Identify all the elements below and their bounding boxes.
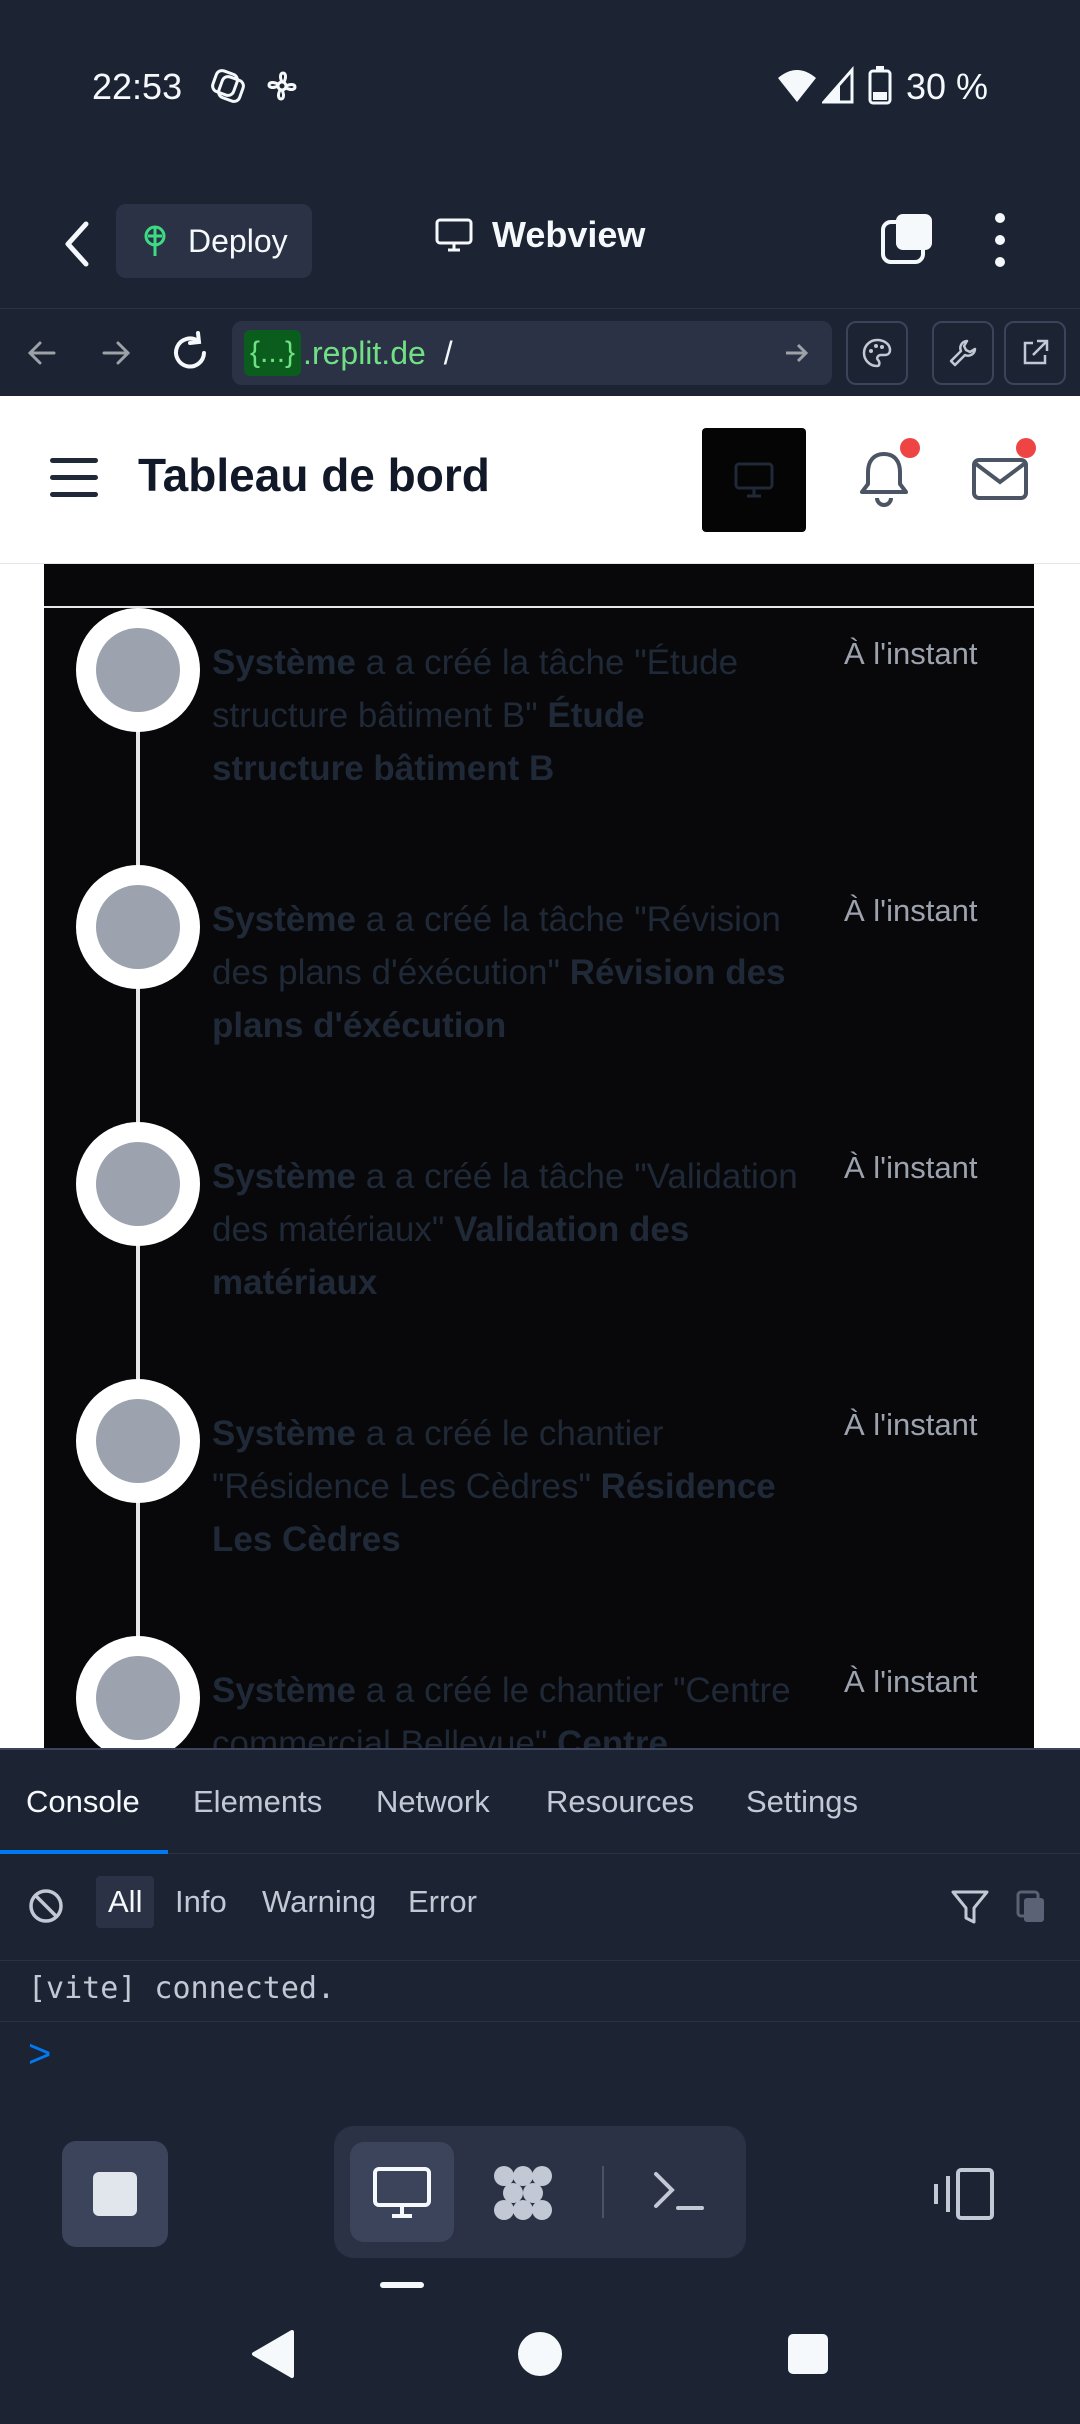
url-badge: {...} bbox=[244, 330, 302, 376]
monitor-icon bbox=[435, 218, 473, 252]
deploy-icon bbox=[144, 225, 166, 256]
status-time: 22:53 bbox=[92, 66, 183, 107]
go-arrow-icon[interactable] bbox=[780, 337, 812, 369]
open-external-button[interactable] bbox=[1004, 321, 1066, 385]
timeline-dot bbox=[76, 1122, 200, 1246]
webview-tab-title: Webview bbox=[434, 214, 645, 256]
timeline-dot bbox=[76, 1379, 200, 1503]
timeline-time: À l'instant bbox=[844, 1150, 978, 1185]
theme-button[interactable] bbox=[846, 321, 908, 385]
stop-button[interactable] bbox=[62, 2141, 168, 2247]
reload-icon[interactable] bbox=[166, 329, 214, 377]
app-header: Tableau de bord bbox=[0, 396, 1080, 564]
url-path: / bbox=[443, 334, 453, 371]
display-mode-button[interactable] bbox=[702, 428, 806, 532]
bell-icon[interactable] bbox=[856, 448, 912, 508]
copy-icon[interactable] bbox=[1014, 1888, 1048, 1926]
timeline-dot bbox=[76, 608, 200, 732]
app-notification-icon bbox=[211, 69, 245, 103]
menu-icon[interactable] bbox=[50, 458, 98, 498]
timeline-time: À l'instant bbox=[844, 1664, 978, 1699]
monitor-icon bbox=[373, 2167, 431, 2218]
system-nav-bar bbox=[0, 2294, 1080, 2424]
message-badge bbox=[1016, 438, 1036, 458]
filter-error[interactable]: Error bbox=[408, 1884, 477, 1920]
timeline-header bbox=[44, 564, 1034, 608]
workspace-header: Deploy Webview bbox=[0, 190, 1080, 300]
wrench-icon bbox=[949, 339, 977, 367]
tab-settings[interactable]: Settings bbox=[746, 1784, 858, 1820]
battery-level: 30 % bbox=[905, 66, 988, 107]
deploy-button[interactable]: Deploy bbox=[116, 204, 312, 278]
filter-icon[interactable] bbox=[950, 1888, 990, 1926]
filter-all[interactable]: All bbox=[96, 1876, 155, 1928]
timeline-text: Système a a créé le chantier "Centre com… bbox=[212, 1671, 791, 1748]
console-log-line: [vite] connected. bbox=[0, 1960, 1080, 2022]
drag-handle[interactable] bbox=[380, 2282, 424, 2288]
battery-icon bbox=[868, 66, 892, 105]
url-toolbar: {...} .replit.de / bbox=[0, 308, 1080, 396]
deploy-label: Deploy bbox=[188, 222, 288, 259]
devtools-tabs: Console Elements Network Resources Setti… bbox=[0, 1750, 1080, 1854]
timeline-time: À l'instant bbox=[844, 893, 978, 928]
url-domain: .replit.de bbox=[303, 334, 426, 371]
url-input[interactable]: {...} .replit.de / bbox=[232, 321, 832, 385]
timeline-text: Système a a créé le chantier "Résidence … bbox=[212, 1414, 776, 1559]
terminal-icon[interactable] bbox=[648, 2166, 708, 2216]
webview-viewport: Tableau de bord Système a a créé la tâch… bbox=[0, 396, 1080, 1748]
split-panel-icon[interactable] bbox=[932, 2166, 996, 2222]
bottom-toolbar bbox=[0, 2084, 1080, 2294]
clear-console-icon[interactable] bbox=[26, 1886, 66, 1926]
separator bbox=[602, 2166, 604, 2218]
tabs-switcher-icon[interactable] bbox=[880, 212, 934, 266]
external-link-icon bbox=[1023, 339, 1049, 365]
view-switcher bbox=[334, 2126, 746, 2258]
notification-badge bbox=[900, 438, 920, 458]
palette-icon bbox=[862, 338, 892, 368]
filter-warning[interactable]: Warning bbox=[262, 1884, 376, 1920]
browser-forward-icon[interactable] bbox=[92, 329, 140, 377]
tab-network[interactable]: Network bbox=[376, 1784, 490, 1820]
timeline-time: À l'instant bbox=[844, 636, 978, 671]
nav-recents-icon[interactable] bbox=[786, 2332, 830, 2376]
stop-icon bbox=[93, 2172, 137, 2216]
page-title: Tableau de bord bbox=[138, 449, 490, 501]
timeline-text: Système a a créé la tâche "Révision des … bbox=[212, 900, 786, 1045]
browser-back-icon[interactable] bbox=[18, 329, 66, 377]
timeline-text: Système a a créé la tâche "Validation de… bbox=[212, 1157, 798, 1302]
nav-back-icon[interactable] bbox=[248, 2328, 298, 2380]
pinwheel-icon bbox=[267, 71, 297, 101]
devtools-button[interactable] bbox=[932, 321, 994, 385]
tab-resources[interactable]: Resources bbox=[546, 1784, 694, 1820]
monitor-icon bbox=[734, 462, 774, 498]
tab-console[interactable]: Console bbox=[26, 1784, 140, 1820]
timeline-time: À l'instant bbox=[844, 1407, 978, 1442]
wifi-icon bbox=[778, 70, 816, 102]
nav-home-icon[interactable] bbox=[516, 2330, 564, 2378]
mail-icon[interactable] bbox=[970, 454, 1030, 504]
activity-timeline: Système a a créé la tâche "Étude structu… bbox=[44, 564, 1034, 1748]
back-icon[interactable] bbox=[52, 214, 100, 274]
tab-elements[interactable]: Elements bbox=[193, 1784, 322, 1820]
agent-icon[interactable] bbox=[490, 2162, 556, 2224]
console-prompt[interactable]: > bbox=[28, 2032, 51, 2077]
active-tab-indicator bbox=[0, 1850, 168, 1854]
status-bar: 22:53 30 % bbox=[0, 0, 1080, 180]
timeline-dot bbox=[76, 865, 200, 989]
filter-info[interactable]: Info bbox=[175, 1884, 227, 1920]
signal-icon bbox=[822, 66, 854, 104]
timeline-text: Système a a créé la tâche "Étude structu… bbox=[212, 643, 739, 788]
webview-view-button[interactable] bbox=[350, 2142, 454, 2242]
more-options-icon[interactable] bbox=[984, 210, 1016, 270]
devtools-panel: Console Elements Network Resources Setti… bbox=[0, 1748, 1080, 2084]
timeline-dot bbox=[76, 1636, 200, 1748]
console-filter-bar: All Info Warning Error bbox=[0, 1856, 1080, 1956]
